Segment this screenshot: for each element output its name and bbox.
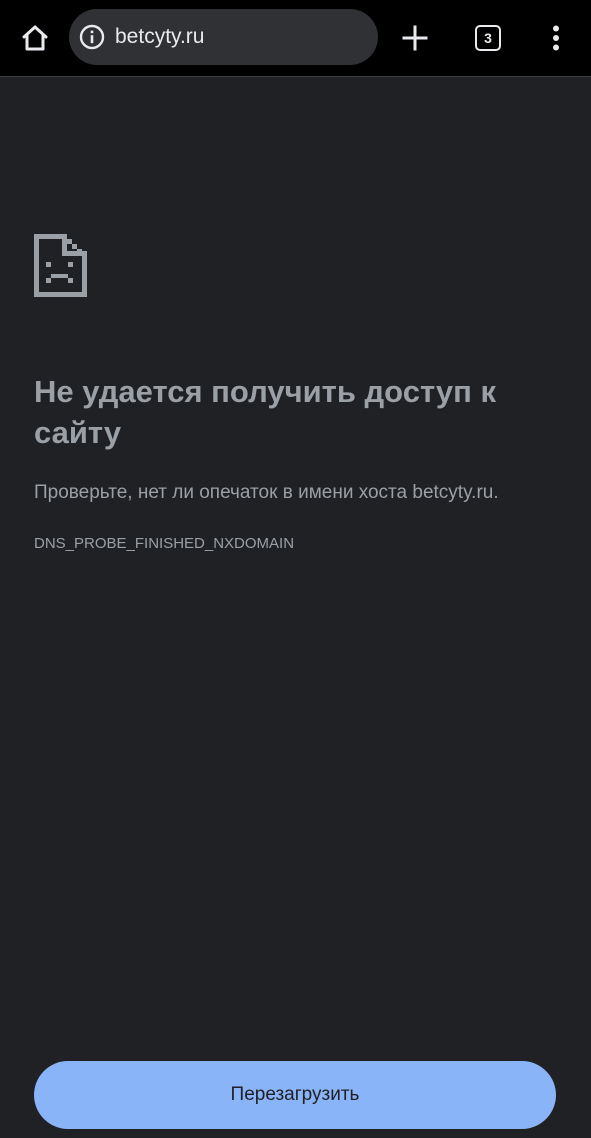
sad-page-icon (34, 234, 87, 297)
new-tab-button[interactable] (396, 15, 434, 61)
tab-switcher-icon: 3 (475, 25, 501, 51)
error-page: Не удается получить доступ к сайту Прове… (0, 78, 591, 1138)
tab-switcher-button[interactable]: 3 (467, 15, 509, 61)
error-description: Проверьте, нет ли опечаток в имени хоста… (34, 482, 499, 503)
reload-button[interactable]: Перезагрузить (34, 1061, 556, 1129)
home-button[interactable] (12, 15, 58, 61)
menu-button[interactable] (538, 15, 574, 61)
plus-icon (402, 25, 428, 51)
info-icon[interactable] (79, 24, 105, 50)
error-code[interactable]: DNS_PROBE_FINISHED_NXDOMAIN (34, 533, 294, 555)
error-title: Не удается получить доступ к сайту (34, 374, 496, 450)
omnibox[interactable]: betcyty.ru (69, 9, 378, 65)
home-icon (22, 25, 48, 51)
tab-count: 3 (484, 30, 492, 46)
browser-toolbar: betcyty.ru 3 (0, 0, 591, 77)
kebab-menu-icon (553, 25, 559, 51)
url-text: betcyty.ru (115, 25, 205, 48)
